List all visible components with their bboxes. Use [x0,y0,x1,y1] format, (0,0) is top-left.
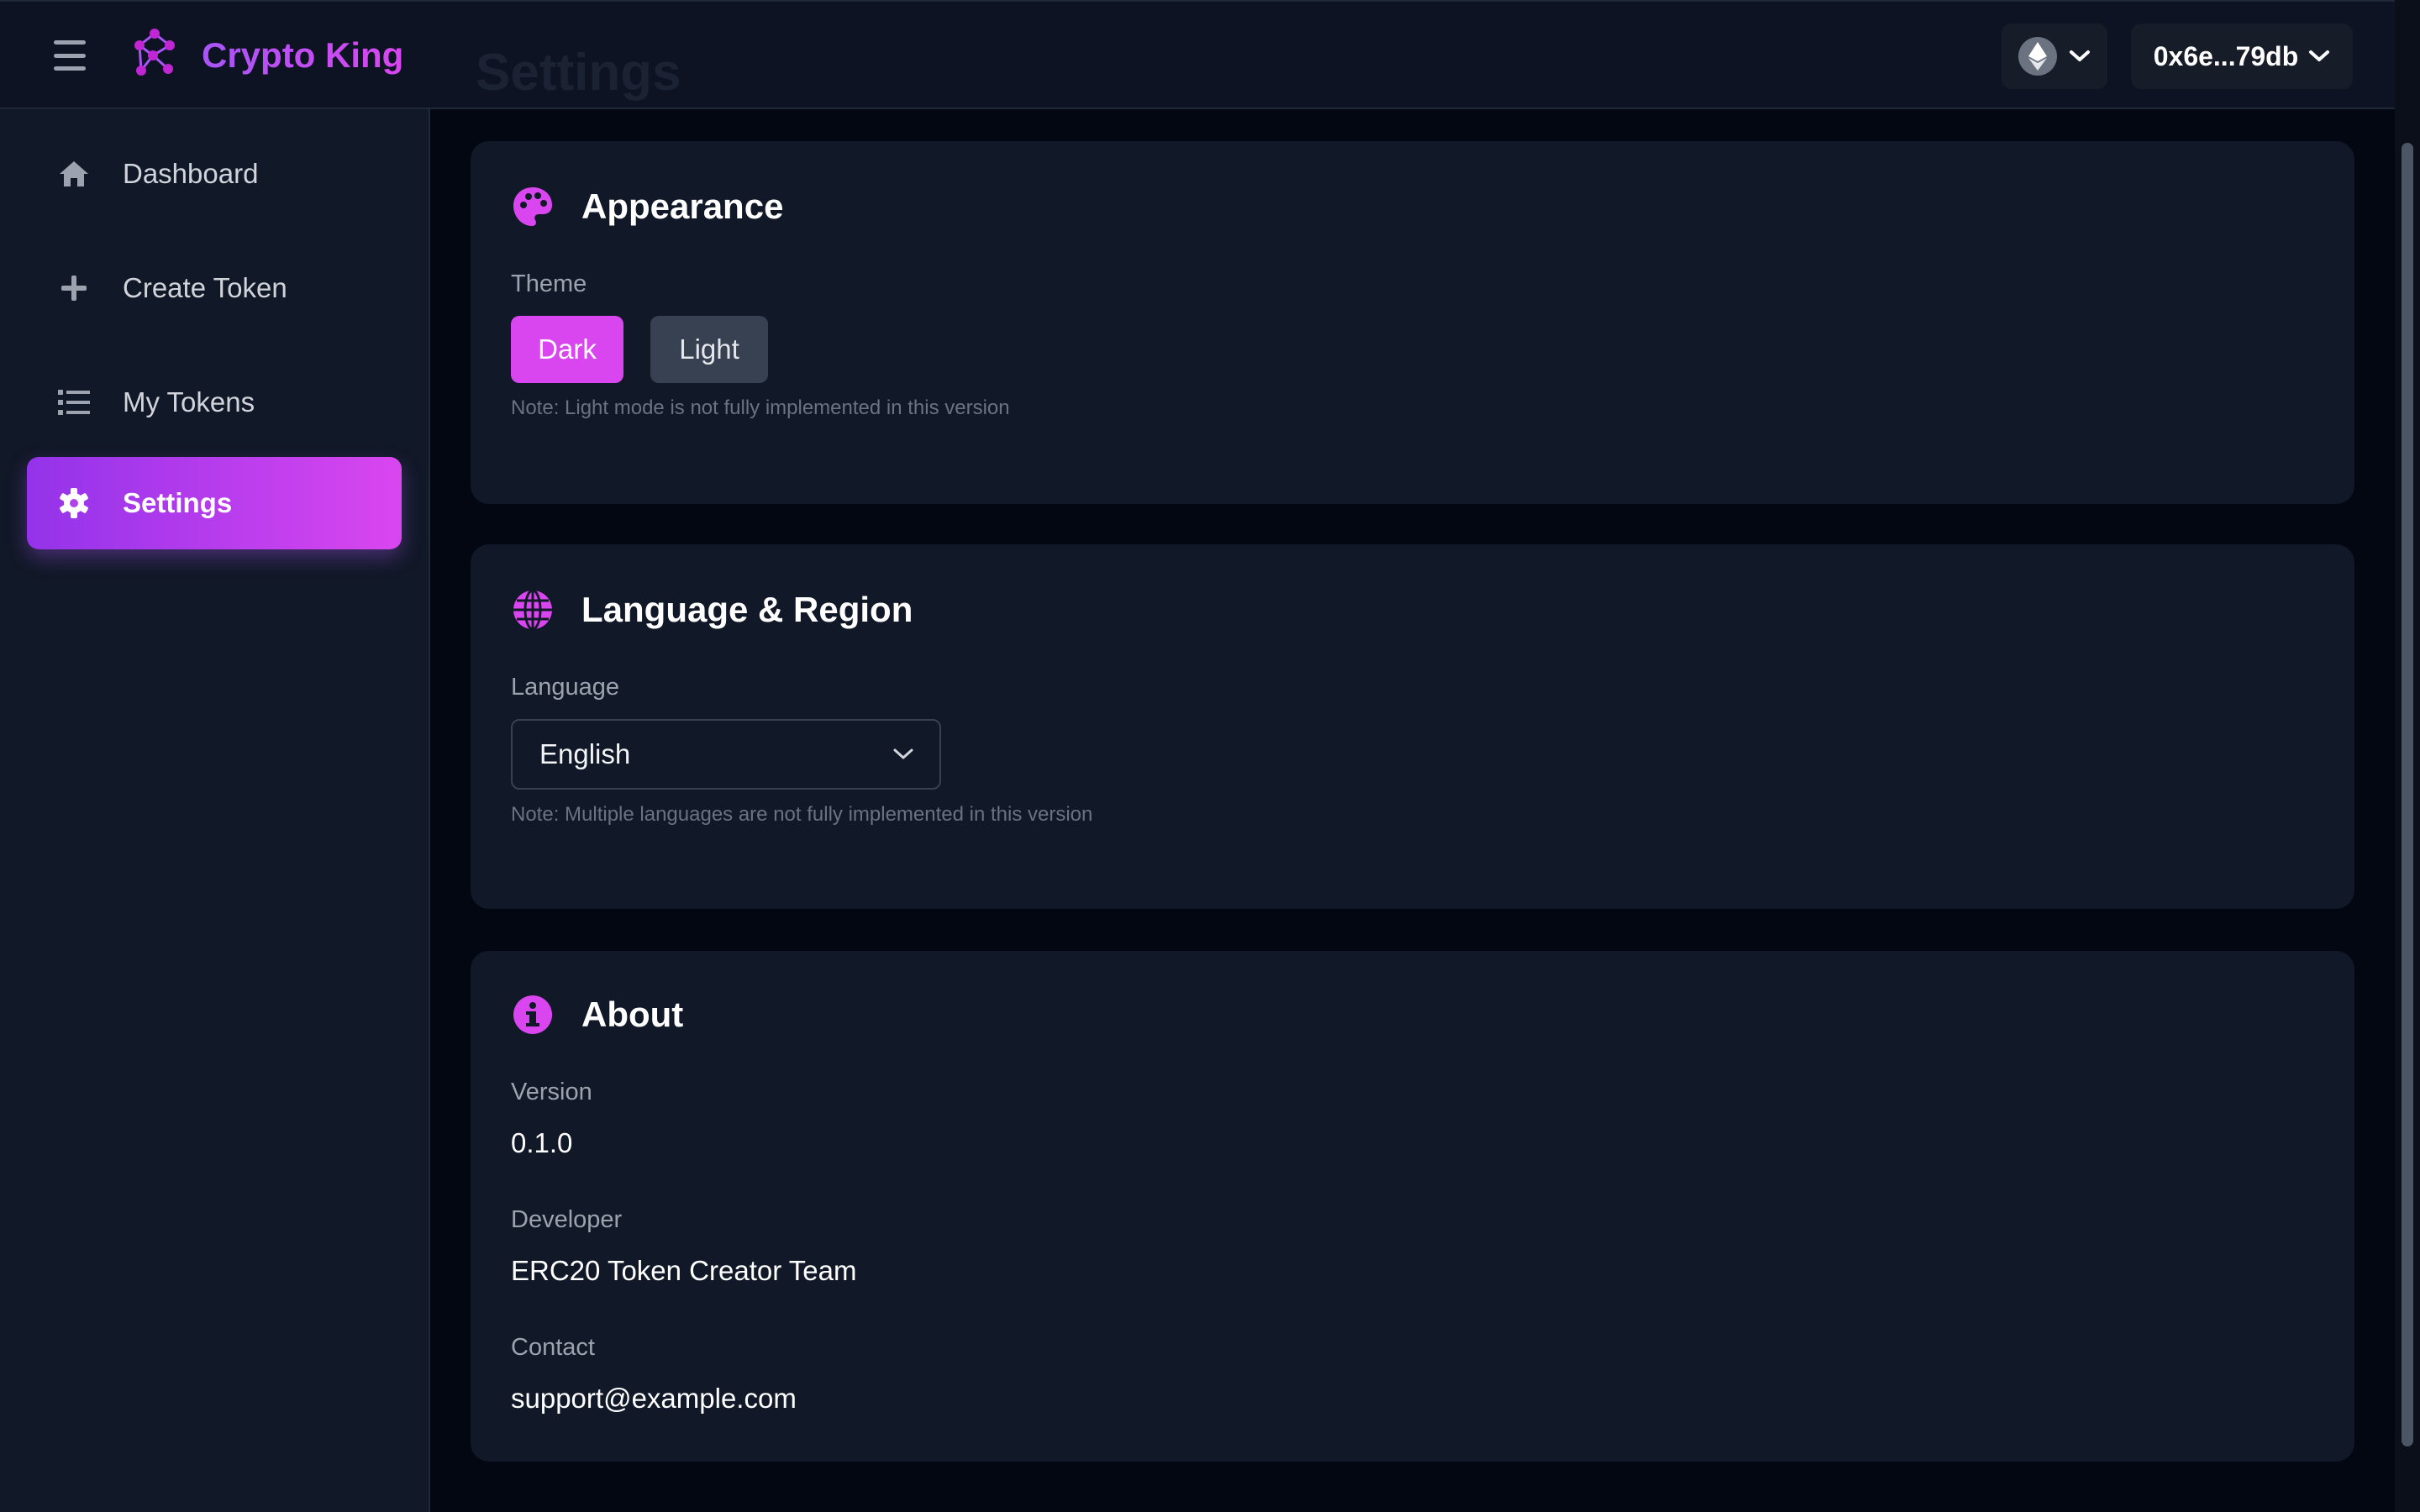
sidebar-item-dashboard[interactable]: Dashboard [27,128,402,220]
home-icon [57,157,91,191]
contact-label: Contact [511,1334,595,1361]
sidebar-item-create-token[interactable]: Create Token [27,242,402,334]
list-icon [57,386,91,419]
info-icon [513,995,552,1034]
developer-value: ERC20 Token Creator Team [511,1255,857,1286]
plus-icon [57,271,91,305]
section-heading: Language & Region [581,590,913,629]
palette-icon [513,187,552,226]
sidebar-item-label: Create Token [123,272,287,303]
about-card: About Version 0.1.0 Developer ERC20 Toke… [471,951,2354,1462]
theme-dark-button[interactable]: Dark [511,316,623,383]
version-label: Version [511,1079,592,1105]
theme-light-button[interactable]: Light [650,316,768,383]
developer-label: Developer [511,1206,623,1233]
theme-label: Theme [511,270,587,297]
brand-name[interactable]: Crypto King [202,32,403,79]
about-title: About [511,993,683,1037]
wallet-account-button[interactable]: 0x6e...79db [2131,24,2353,89]
version-value: 0.1.0 [511,1127,573,1158]
sidebar-item-label: My Tokens [123,386,255,417]
ethereum-icon [2018,37,2057,76]
language-selected-value: English [539,738,631,769]
sidebar: Dashboard Create Token My Tokens Setting… [0,109,430,1512]
wallet-address: 0x6e...79db [2153,40,2299,71]
sidebar-item-label: Settings [123,487,233,518]
language-select[interactable]: English [511,719,941,790]
language-label: Language [511,674,620,701]
sidebar-item-settings[interactable]: Settings [27,457,402,549]
appearance-card: Appearance Theme Dark Light Note: Light … [471,141,2354,504]
appearance-title: Appearance [511,185,783,228]
chevron-down-icon [2070,50,2090,61]
network-logo-icon [134,29,175,76]
language-region-card: Language & Region Language English Note:… [471,544,2354,909]
sidebar-item-label: Dashboard [123,158,259,189]
gear-icon [57,486,91,520]
network-selector[interactable] [2002,24,2107,89]
sidebar-item-my-tokens[interactable]: My Tokens [27,356,402,449]
section-heading: Appearance [581,186,784,226]
language-region-title: Language & Region [511,588,913,632]
scrollbar[interactable] [2395,0,2420,1512]
section-heading: About [581,995,684,1034]
globe-icon [513,589,552,631]
contact-value: support@example.com [511,1383,797,1414]
chevron-down-icon [2309,50,2330,61]
top-bar: Crypto King Settings 0x6e...79db [0,0,2395,109]
theme-note: Note: Light mode is not fully implemente… [511,396,1010,419]
page-title: Settings [476,44,681,102]
scrollbar-thumb[interactable] [2402,143,2413,1446]
hamburger-menu-icon[interactable] [49,37,91,74]
language-note: Note: Multiple languages are not fully i… [511,803,1093,826]
chevron-down-icon [893,748,913,759]
